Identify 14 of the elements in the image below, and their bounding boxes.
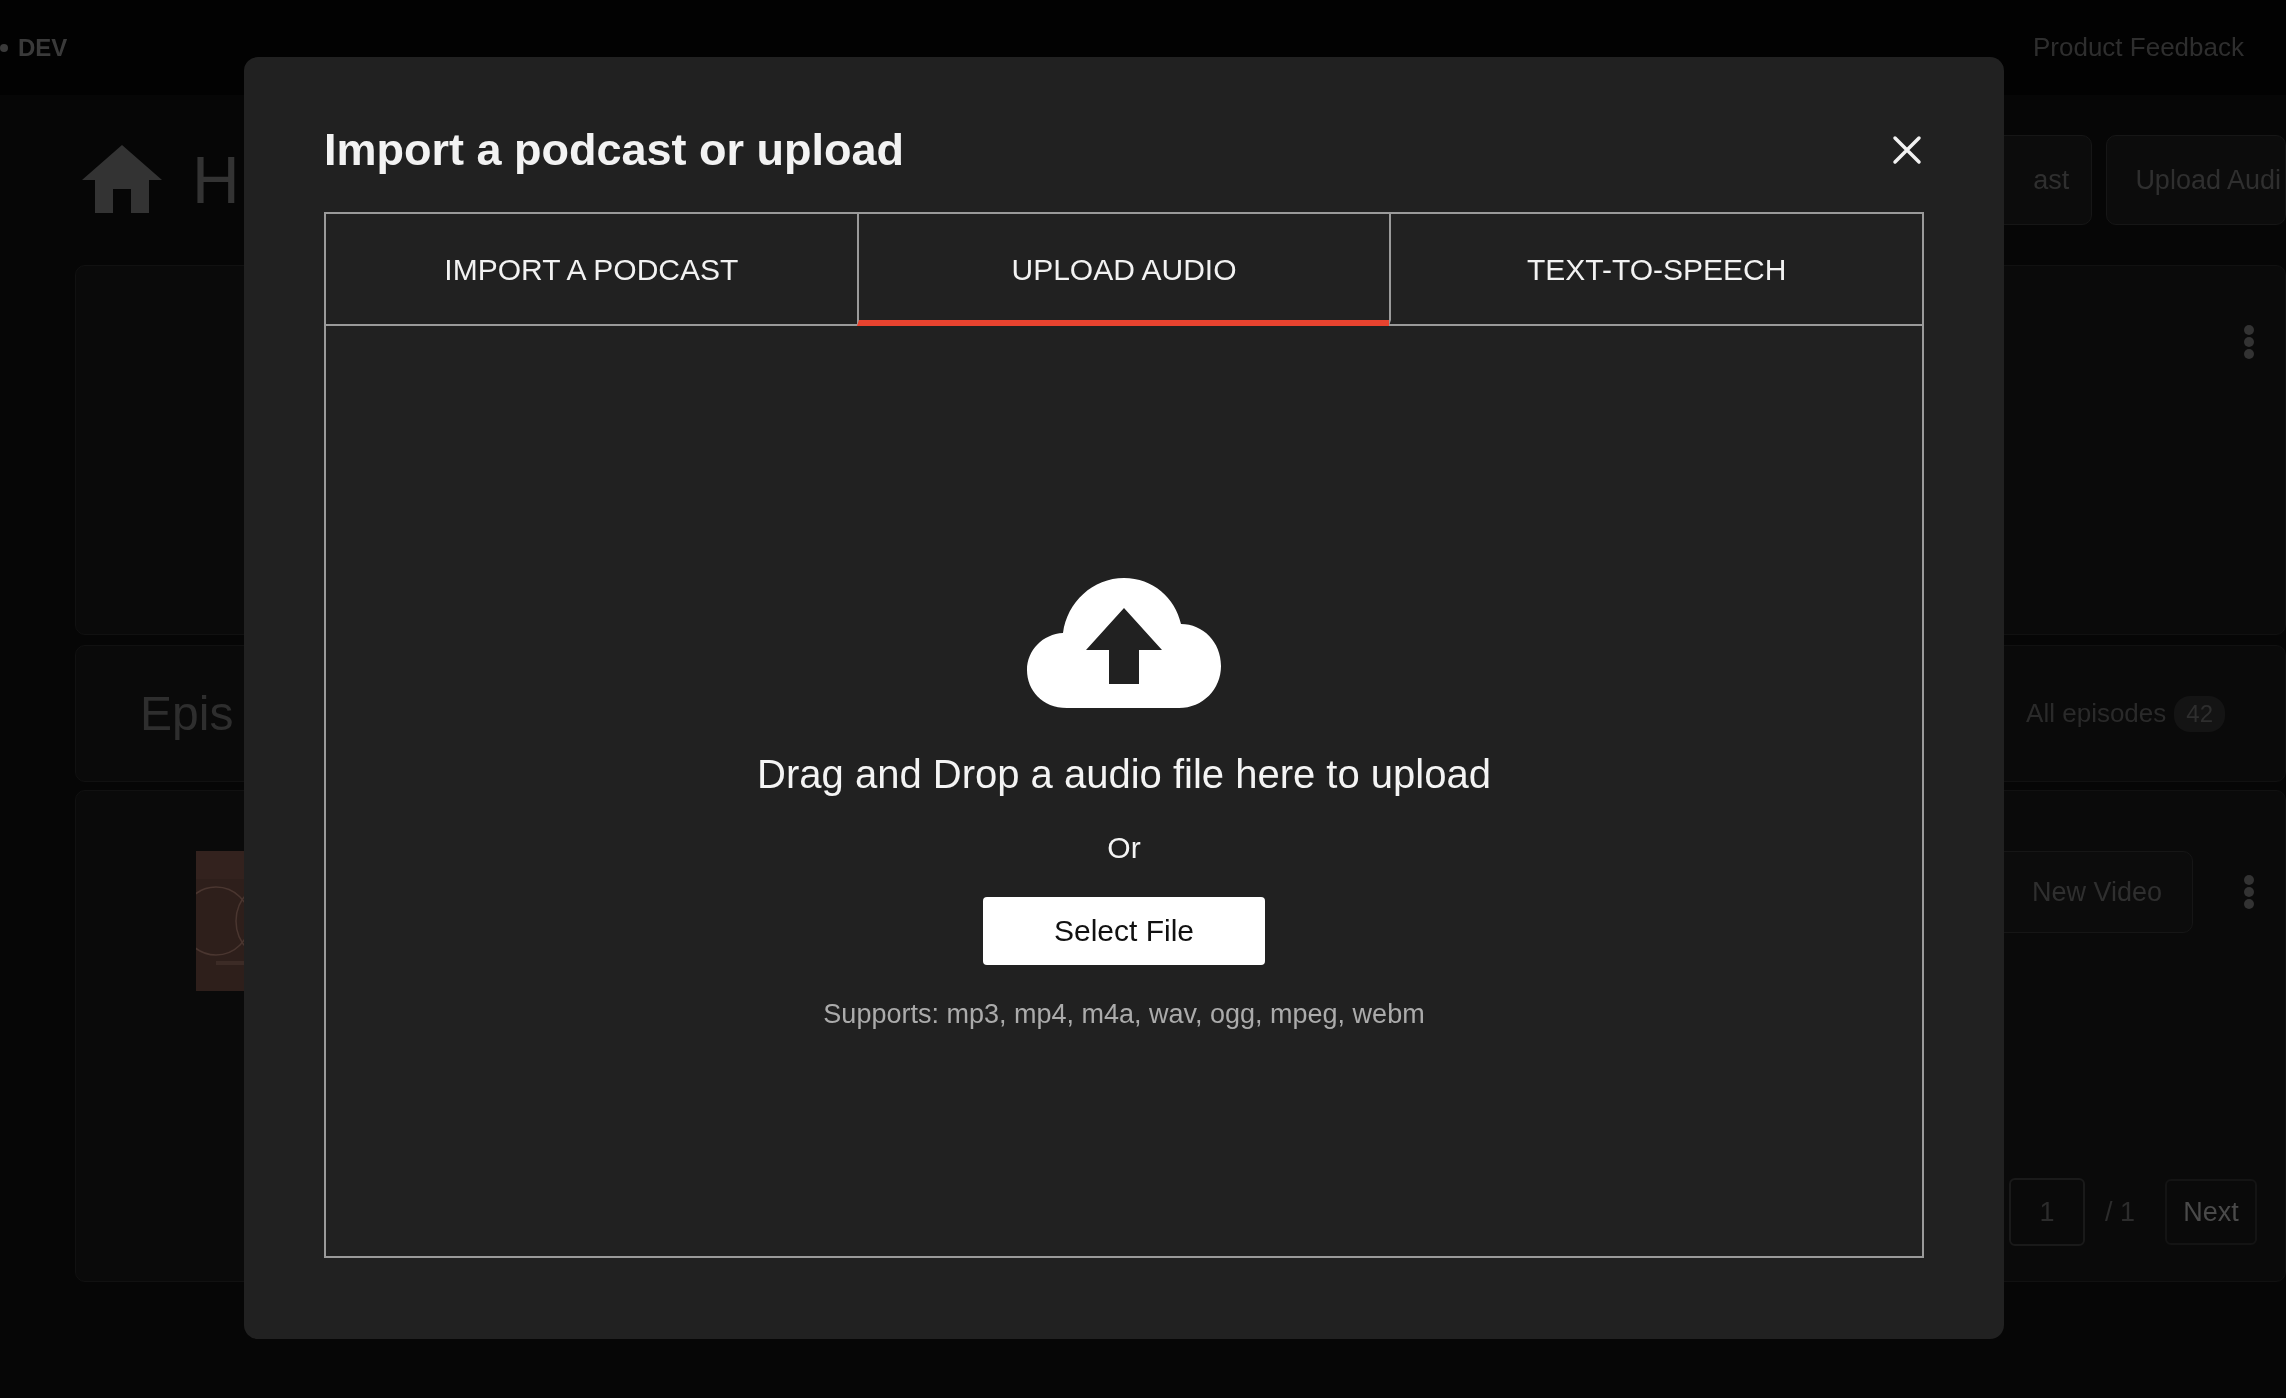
- tab[interactable]: IMPORT A PODCAST: [326, 214, 857, 326]
- env-badge: DEV: [0, 33, 68, 62]
- select-file-button[interactable]: Select File: [983, 897, 1265, 965]
- formats-note: Supports: mp3, mp4, m4a, wav, ogg, mpeg, webm: [823, 999, 1425, 1030]
- separator-text: Or: [1107, 831, 1141, 865]
- tab[interactable]: TEXT-TO-SPEECH: [1389, 214, 1922, 326]
- next-button[interactable]: Next: [2165, 1179, 2257, 1245]
- more-icon[interactable]: [2243, 874, 2255, 910]
- home-icon: [82, 145, 162, 215]
- cloud-upload-icon: [1027, 578, 1221, 708]
- drop-message: Drag and Drop a audio file here to upload: [757, 752, 1491, 797]
- more-icon[interactable]: [2243, 324, 2255, 360]
- tab[interactable]: UPLOAD AUDIO: [856, 214, 1390, 326]
- dialog-title: Import a podcast or upload: [324, 123, 905, 176]
